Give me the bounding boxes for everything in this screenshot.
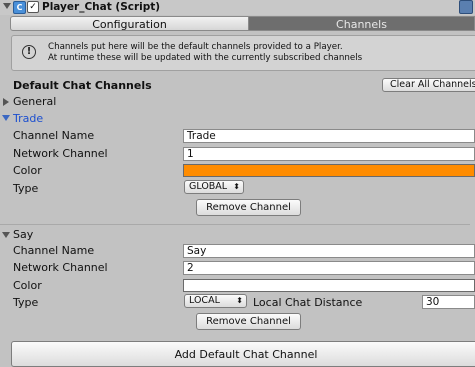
- type-dropdown-value: LOCAL: [189, 295, 220, 306]
- network-channel-field[interactable]: 2: [183, 261, 475, 275]
- color-label: Color: [13, 164, 42, 177]
- section-title: Default Chat Channels: [13, 79, 152, 92]
- network-channel-field[interactable]: 1: [183, 147, 475, 161]
- helpbox-text-line-2: At runtime these will be updated with th…: [48, 53, 363, 63]
- component-title: Player_Chat (Script): [42, 1, 161, 13]
- type-dropdown[interactable]: GLOBAL ⬍: [184, 180, 244, 194]
- channel-foldout-trade[interactable]: Trade: [13, 112, 43, 125]
- script-icon: C: [13, 1, 26, 14]
- type-label: Type: [13, 296, 39, 309]
- type-dropdown-value: GLOBAL: [189, 181, 228, 192]
- help-book-icon[interactable]: [459, 0, 473, 14]
- tab-channels[interactable]: Channels: [249, 16, 475, 31]
- add-default-chat-channel-button[interactable]: Add Default Chat Channel: [11, 341, 475, 367]
- expanded-arrow-icon[interactable]: [2, 232, 10, 238]
- type-label: Type: [13, 182, 39, 195]
- dropdown-arrows-icon: ⬍: [233, 182, 240, 191]
- color-swatch-field[interactable]: [183, 279, 475, 292]
- remove-channel-button-say[interactable]: Remove Channel: [196, 313, 301, 330]
- collapsed-arrow-icon[interactable]: [3, 98, 9, 106]
- local-chat-distance-label: Local Chat Distance: [253, 296, 363, 309]
- channel-name-field[interactable]: Trade: [183, 129, 475, 143]
- color-swatch-field[interactable]: [183, 164, 475, 177]
- clear-all-channels-button[interactable]: Clear All Channels: [382, 78, 475, 92]
- network-channel-label: Network Channel: [13, 261, 108, 274]
- tab-configuration[interactable]: Configuration: [10, 16, 249, 31]
- network-channel-label: Network Channel: [13, 147, 108, 160]
- helpbox-text-line-1: Channels put here will be the default ch…: [48, 42, 343, 52]
- channel-name-field[interactable]: Say: [183, 244, 475, 258]
- local-chat-distance-field[interactable]: 30: [422, 295, 475, 309]
- channel-foldout-say[interactable]: Say: [13, 228, 33, 241]
- dropdown-arrows-icon: ⬍: [236, 296, 243, 305]
- info-icon: !: [22, 45, 36, 59]
- type-dropdown[interactable]: LOCAL ⬍: [184, 294, 247, 308]
- remove-channel-button-trade[interactable]: Remove Channel: [196, 199, 301, 216]
- foldout-arrow-icon[interactable]: [3, 3, 11, 9]
- color-label: Color: [13, 279, 42, 292]
- channel-name-label: Channel Name: [13, 129, 95, 142]
- component-enabled-checkbox[interactable]: ✓: [27, 1, 39, 13]
- channel-foldout-general[interactable]: General: [13, 95, 56, 108]
- channel-name-label: Channel Name: [13, 244, 95, 257]
- expanded-arrow-icon[interactable]: [2, 115, 10, 121]
- channel-divider: [0, 224, 470, 225]
